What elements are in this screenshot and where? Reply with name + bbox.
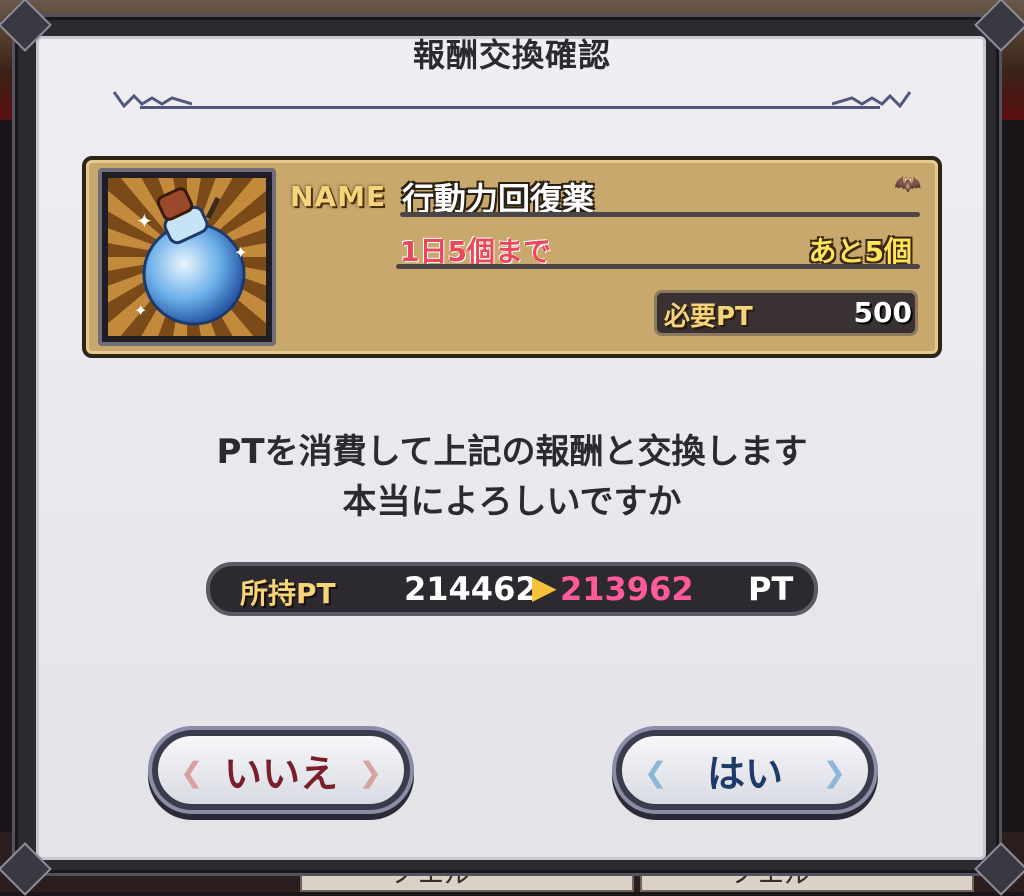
dialog-title: 報酬交換確認 (412, 36, 611, 74)
title-ornament-right (832, 91, 912, 108)
owned-pt-unit: PT (748, 570, 794, 608)
svg-text:✦: ✦ (234, 243, 247, 262)
owned-pt-after: 213962 (560, 570, 694, 608)
item-icon-background: ✦ ✦ ✦ (108, 178, 266, 336)
arrow-right-icon: ▶ (532, 568, 557, 606)
required-pt-value: 500 (853, 296, 912, 329)
potion-icon: ✦ ✦ ✦ (134, 187, 247, 326)
limit-underline (396, 264, 920, 269)
chevron-right-icon: ❯ (358, 756, 382, 789)
title-ornament-left (112, 91, 192, 108)
yes-button[interactable]: ❮ はい ❯ (616, 730, 874, 810)
chevron-left-icon: ❮ (180, 756, 204, 789)
svg-text:✦: ✦ (134, 301, 147, 320)
confirm-message-line1: PTを消費して上記の報酬と交換します (216, 432, 808, 472)
owned-pt-label: 所持PT (240, 577, 336, 610)
item-name-underline (400, 212, 920, 217)
bat-icon: 🦇 (894, 172, 922, 197)
chevron-right-icon: ❯ (822, 756, 846, 789)
required-pt-label: 必要PT (664, 302, 753, 332)
title-divider (140, 106, 880, 109)
owned-pt-current: 214462 (404, 570, 538, 608)
no-button-label: いいえ (223, 751, 338, 796)
svg-text:✦: ✦ (136, 209, 153, 233)
no-button[interactable]: ❮ いいえ ❯ (152, 730, 410, 810)
yes-button-label: はい (706, 751, 783, 796)
confirm-message-line2: 本当によろしいですか (342, 482, 682, 522)
item-name-tag: NAME (290, 180, 387, 213)
chevron-left-icon: ❮ (644, 756, 668, 789)
